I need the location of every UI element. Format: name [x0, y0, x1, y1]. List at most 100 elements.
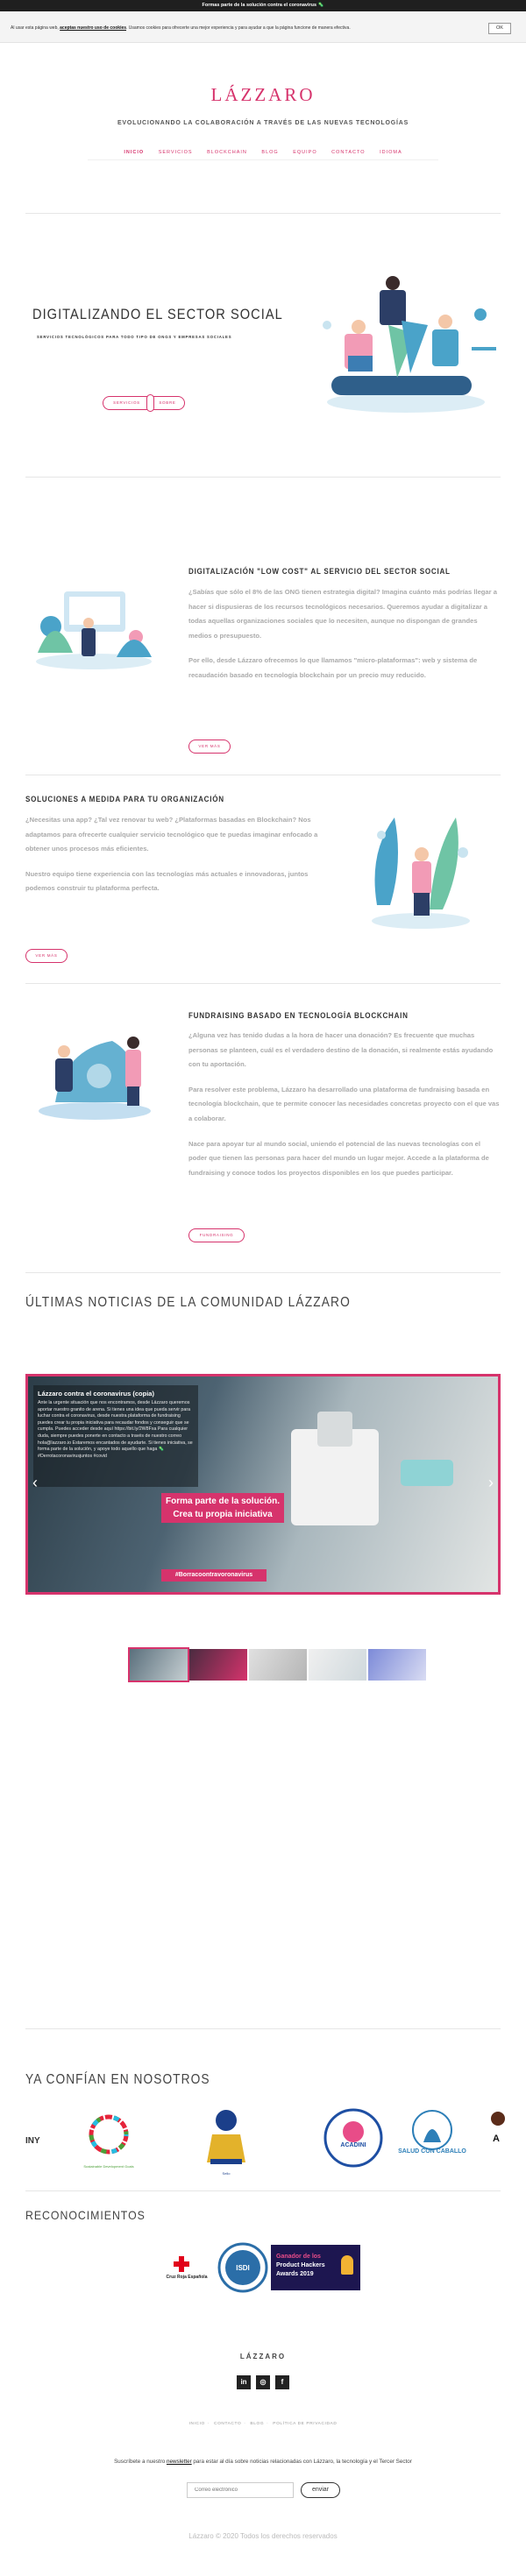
fundraising-illustration: [39, 1037, 151, 1120]
nav-item-blockchain[interactable]: BLOCKCHAIN: [207, 150, 247, 155]
nav-item-idioma[interactable]: IDIOMA: [380, 150, 402, 155]
partner-logo-seal: [207, 2110, 245, 2164]
about-button[interactable]: SOBRE: [150, 396, 185, 410]
partner-logo-sdg: [89, 2114, 129, 2155]
send-button[interactable]: enviar: [301, 2482, 340, 2498]
thumbnail[interactable]: [368, 1649, 426, 1681]
news-card-text: Ante la urgente situación que nos encont…: [38, 1400, 193, 1459]
partner-logo-salud-caballo-label: SALUD CON CABALLO: [398, 2148, 466, 2155]
news-title: ÚLTIMAS NOTICIAS DE LA COMUNIDAD LÁZZARO: [25, 1295, 351, 1310]
linkedin-icon[interactable]: in: [237, 2375, 251, 2389]
news-hashtag: #Borracoontravoronavirus: [161, 1569, 267, 1582]
petri-dish: [401, 1460, 453, 1486]
trophy-icon: [341, 2255, 353, 2275]
email-input[interactable]: [187, 2482, 294, 2498]
thumbnail[interactable]: [128, 1647, 189, 1682]
recognition-ph-line2: Product Hackers: [276, 2262, 325, 2268]
partner-logo-a: A: [493, 2134, 500, 2144]
partner-logo-acadini-label: ACADINI: [340, 2142, 366, 2148]
news-banner: Forma parte de la solución. Crea tu prop…: [161, 1493, 284, 1523]
microscope-head: [317, 1412, 352, 1447]
copyright: Lázzaro © 2020 Todos los derechos reserv…: [188, 2532, 338, 2540]
footer-link-contacto[interactable]: CONTACTO: [214, 2422, 241, 2426]
recognition-isdi: ISDI: [236, 2264, 250, 2272]
footer-link-privacy[interactable]: POLÍTICA DE PRIVACIDAD: [273, 2422, 337, 2426]
section-divider: [25, 213, 501, 214]
section2-title: SOLUCIONES A MEDIDA PARA TU ORGANIZACIÓN: [25, 795, 224, 803]
news-card-title: Lázzaro contra el coronavirus (copia): [38, 1390, 154, 1398]
recognition-red-cross: Cruz Roja Española: [166, 2275, 208, 2280]
trust-title: YA CONFÍAN EN NOSOTROS: [25, 2072, 210, 2087]
banner-line-1: Forma parte de la solución.: [165, 1497, 281, 1506]
partner-logo-iny: INY: [25, 2136, 40, 2146]
instagram-icon[interactable]: ◎: [256, 2375, 270, 2389]
section1-more-button[interactable]: VER MÁS: [188, 740, 231, 754]
nav-item-contacto[interactable]: CONTACTO: [331, 150, 365, 155]
recognition-ph-line1: Ganador de los: [276, 2254, 321, 2260]
cookie-ok-button[interactable]: OK: [488, 23, 511, 34]
fundraising-button[interactable]: FUNDRAISING: [188, 1228, 245, 1242]
section1-paragraph: Por ello, desde Lázzaro ofrecemos lo que…: [188, 656, 478, 679]
red-cross-icon: [174, 2256, 189, 2272]
footer-links: INICIO · CONTACTO · BLOG · POLÍTICA DE PRIV…: [188, 2422, 338, 2426]
nav-item-servicios[interactable]: SERVICIOS: [159, 150, 193, 155]
newsletter-text-before: Suscríbete a nuestro: [114, 2459, 167, 2465]
nav-divider: [88, 159, 438, 160]
thumbnail[interactable]: [189, 1649, 247, 1681]
partner-logo-partial: [491, 2112, 505, 2126]
facebook-icon[interactable]: f: [275, 2375, 289, 2389]
nav-item-blog[interactable]: BLOG: [261, 150, 278, 155]
section3-paragraph: Nace para apoyar tur al mundo social, un…: [188, 1139, 489, 1177]
section2-more-button[interactable]: VER MÁS: [25, 949, 68, 963]
news-slider[interactable]: Lázzaro contra el coronavirus (copia) An…: [25, 1374, 501, 1595]
recognitions-title: RECONOCIMIENTOS: [25, 2208, 146, 2222]
section-divider: [25, 477, 501, 478]
newsletter-text: Suscríbete a nuestro newsletter para est…: [0, 2459, 526, 2465]
site-logo[interactable]: LÁZZARO: [0, 84, 526, 106]
cookie-text-before: Al usar esta página web,: [11, 25, 60, 31]
section-divider: [25, 2028, 501, 2029]
site-tagline: EVOLUCIONANDO LA COLABORACIÓN A TRAVÉS D…: [117, 120, 409, 126]
recognition-product-hackers: Ganador de los Product Hackers Awards 20…: [271, 2245, 360, 2290]
section2-paragraph: Nuestro equipo tiene experiencia con las…: [25, 869, 309, 893]
hero-title: DIGITALIZANDO EL SECTOR SOCIAL: [32, 306, 283, 322]
footer-logo[interactable]: LÁZZARO: [0, 2353, 526, 2360]
section2-paragraph: ¿Necesitas una app? ¿Tal vez renovar tu …: [25, 816, 318, 853]
announcement-bar[interactable]: Formas parte de la solución contra el co…: [0, 0, 526, 11]
thumbnail[interactable]: [249, 1649, 307, 1681]
digitalization-illustration: [36, 591, 152, 669]
section-divider: [25, 983, 501, 984]
toggle-knob: [146, 394, 154, 412]
section3-text: ¿Alguna vez has tenido dudas a la hora d…: [188, 1029, 501, 1191]
partner-logo-acadini: [323, 2108, 383, 2168]
section-divider: [25, 1272, 501, 1273]
nav-item-inicio[interactable]: INICIO: [124, 150, 144, 155]
recognition-ph-line3: Awards 2019: [276, 2271, 314, 2277]
section2-text: ¿Necesitas una app? ¿Tal vez renovar tu …: [25, 813, 337, 907]
section3-paragraph: Para resolver este problema, Lázzaro ha …: [188, 1085, 500, 1122]
slider-prev-button[interactable]: ‹: [30, 1473, 40, 1492]
cookie-text: Al usar esta página web, aceptas nuestro…: [11, 25, 466, 31]
main-nav: INICIO SERVICIOS BLOCKCHAIN BLOG EQUIPO …: [0, 150, 526, 155]
section3-paragraph: ¿Alguna vez has tenido dudas a la hora d…: [188, 1031, 494, 1069]
newsletter-link[interactable]: newsletter: [167, 2459, 192, 2465]
newsletter-text-after: para estar al día sobre noticias relacio…: [191, 2459, 412, 2465]
footer-link-blog[interactable]: BLOG: [250, 2422, 264, 2426]
section1-title: DIGITALIZACIÓN "LOW COST" AL SERVICIO DE…: [188, 567, 451, 576]
thumbnail[interactable]: [309, 1649, 366, 1681]
section-divider: [25, 2190, 501, 2191]
slider-next-button[interactable]: ›: [486, 1473, 496, 1492]
footer-link-inicio[interactable]: INICIO: [189, 2422, 205, 2426]
news-card[interactable]: Lázzaro contra el coronavirus (copia) An…: [33, 1385, 198, 1487]
partner-logo-salud-caballo: [412, 2110, 452, 2150]
section1-text: ¿Sabías que sólo el 8% de las ONG tienen…: [188, 585, 501, 694]
section3-title: FUNDRAISING BASADO EN TECNOLOGÍA BLOCKCH…: [188, 1011, 409, 1020]
services-button[interactable]: SERVICIOS: [103, 396, 150, 410]
banner-line-2: Crea tu propia iniciativa: [173, 1510, 273, 1519]
section1-paragraph: ¿Sabías que sólo el 8% de las ONG tienen…: [188, 588, 497, 640]
partner-logo-sdg-caption: Sustainable Development Goals: [83, 2164, 134, 2169]
nav-item-equipo[interactable]: EQUIPO: [293, 150, 316, 155]
cookie-text-after: . Usamos cookies para ofrecerte una mejo…: [126, 25, 351, 31]
solutions-illustration: [372, 817, 470, 929]
cookie-policy-link[interactable]: aceptas nuestro uso de cookies: [60, 25, 126, 31]
